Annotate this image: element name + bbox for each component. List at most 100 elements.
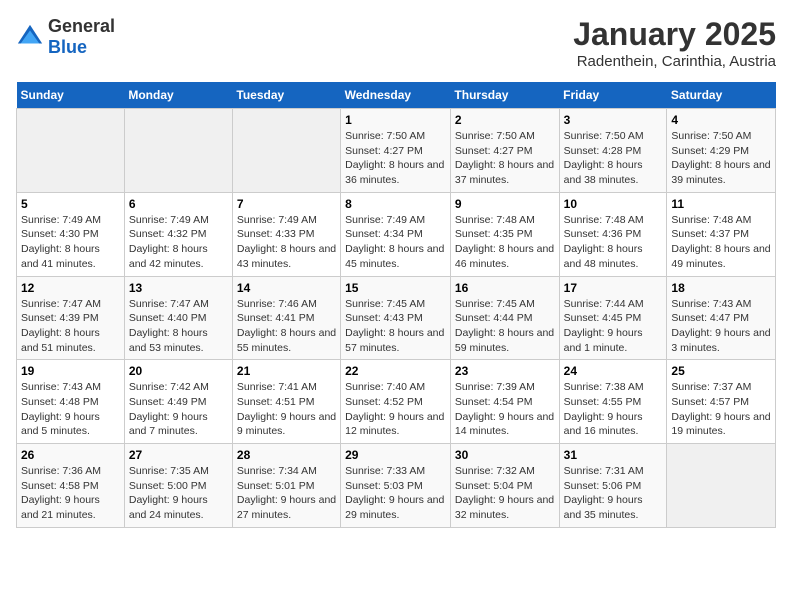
day-number: 17 xyxy=(564,281,663,295)
day-info: Sunrise: 7:33 AM Sunset: 5:03 PM Dayligh… xyxy=(345,464,446,523)
calendar-cell: 22 Sunrise: 7:40 AM Sunset: 4:52 PM Dayli… xyxy=(341,360,451,444)
day-number: 23 xyxy=(455,364,555,378)
day-number: 24 xyxy=(564,364,663,378)
day-info: Sunrise: 7:48 AM Sunset: 4:36 PM Dayligh… xyxy=(564,213,663,272)
day-info: Sunrise: 7:49 AM Sunset: 4:33 PM Dayligh… xyxy=(237,213,336,272)
day-number: 27 xyxy=(129,448,228,462)
logo-text: General Blue xyxy=(48,16,115,58)
calendar-cell: 18 Sunrise: 7:43 AM Sunset: 4:47 PM Dayli… xyxy=(667,276,776,360)
calendar-cell: 13 Sunrise: 7:47 AM Sunset: 4:40 PM Dayli… xyxy=(124,276,232,360)
day-number: 28 xyxy=(237,448,336,462)
calendar-cell: 15 Sunrise: 7:45 AM Sunset: 4:43 PM Dayli… xyxy=(341,276,451,360)
day-info: Sunrise: 7:38 AM Sunset: 4:55 PM Dayligh… xyxy=(564,380,663,439)
calendar-week-row: 26 Sunrise: 7:36 AM Sunset: 4:58 PM Dayli… xyxy=(17,444,776,528)
day-info: Sunrise: 7:31 AM Sunset: 5:06 PM Dayligh… xyxy=(564,464,663,523)
day-info: Sunrise: 7:46 AM Sunset: 4:41 PM Dayligh… xyxy=(237,297,336,356)
calendar-cell: 26 Sunrise: 7:36 AM Sunset: 4:58 PM Dayli… xyxy=(17,444,125,528)
day-number: 9 xyxy=(455,197,555,211)
logo-icon xyxy=(16,23,44,51)
day-info: Sunrise: 7:48 AM Sunset: 4:35 PM Dayligh… xyxy=(455,213,555,272)
weekday-header: Monday xyxy=(124,82,232,109)
calendar-week-row: 12 Sunrise: 7:47 AM Sunset: 4:39 PM Dayli… xyxy=(17,276,776,360)
day-info: Sunrise: 7:36 AM Sunset: 4:58 PM Dayligh… xyxy=(21,464,120,523)
day-info: Sunrise: 7:43 AM Sunset: 4:47 PM Dayligh… xyxy=(671,297,771,356)
day-number: 7 xyxy=(237,197,336,211)
calendar-cell xyxy=(667,444,776,528)
calendar-cell: 8 Sunrise: 7:49 AM Sunset: 4:34 PM Daylig… xyxy=(341,192,451,276)
page-header: General Blue January 2025 Radenthein, Ca… xyxy=(16,16,776,70)
day-info: Sunrise: 7:50 AM Sunset: 4:27 PM Dayligh… xyxy=(455,129,555,188)
calendar-cell: 28Sunrise: 7:34 AM Sunset: 5:01 PM Dayli… xyxy=(232,444,340,528)
weekday-header: Saturday xyxy=(667,82,776,109)
calendar-week-row: 1 Sunrise: 7:50 AM Sunset: 4:27 PM Daylig… xyxy=(17,109,776,193)
day-info: Sunrise: 7:49 AM Sunset: 4:34 PM Dayligh… xyxy=(345,213,446,272)
day-number: 6 xyxy=(129,197,228,211)
calendar-cell: 4Sunrise: 7:50 AM Sunset: 4:29 PM Daylig… xyxy=(667,109,776,193)
day-number: 31 xyxy=(564,448,663,462)
day-number: 5 xyxy=(21,197,120,211)
day-info: Sunrise: 7:41 AM Sunset: 4:51 PM Dayligh… xyxy=(237,380,336,439)
day-info: Sunrise: 7:49 AM Sunset: 4:32 PM Dayligh… xyxy=(129,213,228,272)
day-number: 25 xyxy=(671,364,771,378)
day-number: 12 xyxy=(21,281,120,295)
logo-blue: Blue xyxy=(48,37,87,57)
day-number: 16 xyxy=(455,281,555,295)
calendar-cell: 2 Sunrise: 7:50 AM Sunset: 4:27 PM Daylig… xyxy=(450,109,559,193)
day-number: 3 xyxy=(564,113,663,127)
day-number: 30 xyxy=(455,448,555,462)
day-info: Sunrise: 7:45 AM Sunset: 4:44 PM Dayligh… xyxy=(455,297,555,356)
calendar-cell: 31 Sunrise: 7:31 AM Sunset: 5:06 PM Dayli… xyxy=(559,444,667,528)
day-info: Sunrise: 7:47 AM Sunset: 4:39 PM Dayligh… xyxy=(21,297,120,356)
day-number: 4 xyxy=(671,113,771,127)
calendar-cell: 17 Sunrise: 7:44 AM Sunset: 4:45 PM Dayli… xyxy=(559,276,667,360)
day-number: 20 xyxy=(129,364,228,378)
day-info: Sunrise: 7:50 AM Sunset: 4:28 PM Dayligh… xyxy=(564,129,663,188)
location-subtitle: Radenthein, Carinthia, Austria xyxy=(573,53,776,70)
calendar-cell: 30 Sunrise: 7:32 AM Sunset: 5:04 PM Dayli… xyxy=(450,444,559,528)
day-info: Sunrise: 7:44 AM Sunset: 4:45 PM Dayligh… xyxy=(564,297,663,356)
day-info: Sunrise: 7:37 AM Sunset: 4:57 PM Dayligh… xyxy=(671,380,771,439)
day-number: 15 xyxy=(345,281,446,295)
calendar-cell xyxy=(124,109,232,193)
calendar-cell: 20Sunrise: 7:42 AM Sunset: 4:49 PM Dayli… xyxy=(124,360,232,444)
calendar-cell: 9 Sunrise: 7:48 AM Sunset: 4:35 PM Daylig… xyxy=(450,192,559,276)
logo: General Blue xyxy=(16,16,115,58)
day-number: 1 xyxy=(345,113,446,127)
calendar-cell: 29 Sunrise: 7:33 AM Sunset: 5:03 PM Dayli… xyxy=(341,444,451,528)
day-number: 22 xyxy=(345,364,446,378)
weekday-header: Wednesday xyxy=(341,82,451,109)
day-info: Sunrise: 7:35 AM Sunset: 5:00 PM Dayligh… xyxy=(129,464,228,523)
weekday-header: Tuesday xyxy=(232,82,340,109)
day-info: Sunrise: 7:40 AM Sunset: 4:52 PM Dayligh… xyxy=(345,380,446,439)
day-number: 13 xyxy=(129,281,228,295)
calendar-cell: 21 Sunrise: 7:41 AM Sunset: 4:51 PM Dayli… xyxy=(232,360,340,444)
day-number: 26 xyxy=(21,448,120,462)
weekday-header: Friday xyxy=(559,82,667,109)
day-info: Sunrise: 7:43 AM Sunset: 4:48 PM Dayligh… xyxy=(21,380,120,439)
calendar-cell: 27 Sunrise: 7:35 AM Sunset: 5:00 PM Dayli… xyxy=(124,444,232,528)
calendar-cell xyxy=(232,109,340,193)
calendar-cell: 3 Sunrise: 7:50 AM Sunset: 4:28 PM Daylig… xyxy=(559,109,667,193)
calendar-cell xyxy=(17,109,125,193)
calendar-cell: 11Sunrise: 7:48 AM Sunset: 4:37 PM Dayli… xyxy=(667,192,776,276)
day-info: Sunrise: 7:48 AM Sunset: 4:37 PM Dayligh… xyxy=(671,213,771,272)
day-info: Sunrise: 7:32 AM Sunset: 5:04 PM Dayligh… xyxy=(455,464,555,523)
calendar-cell: 25 Sunrise: 7:37 AM Sunset: 4:57 PM Dayli… xyxy=(667,360,776,444)
day-number: 21 xyxy=(237,364,336,378)
day-number: 18 xyxy=(671,281,771,295)
calendar-cell: 1Sunrise: 7:50 AM Sunset: 4:27 PM Daylig… xyxy=(341,109,451,193)
weekday-header: Thursday xyxy=(450,82,559,109)
weekday-header-row: SundayMondayTuesdayWednesdayThursdayFrid… xyxy=(17,82,776,109)
weekday-header: Sunday xyxy=(17,82,125,109)
day-number: 2 xyxy=(455,113,555,127)
calendar-cell: 5 Sunrise: 7:49 AM Sunset: 4:30 PM Daylig… xyxy=(17,192,125,276)
calendar-cell: 19Sunrise: 7:43 AM Sunset: 4:48 PM Dayli… xyxy=(17,360,125,444)
calendar-cell: 12 Sunrise: 7:47 AM Sunset: 4:39 PM Dayli… xyxy=(17,276,125,360)
calendar-week-row: 5 Sunrise: 7:49 AM Sunset: 4:30 PM Daylig… xyxy=(17,192,776,276)
day-number: 29 xyxy=(345,448,446,462)
day-info: Sunrise: 7:45 AM Sunset: 4:43 PM Dayligh… xyxy=(345,297,446,356)
calendar-cell: 24 Sunrise: 7:38 AM Sunset: 4:55 PM Dayli… xyxy=(559,360,667,444)
day-info: Sunrise: 7:47 AM Sunset: 4:40 PM Dayligh… xyxy=(129,297,228,356)
day-info: Sunrise: 7:49 AM Sunset: 4:30 PM Dayligh… xyxy=(21,213,120,272)
day-number: 8 xyxy=(345,197,446,211)
